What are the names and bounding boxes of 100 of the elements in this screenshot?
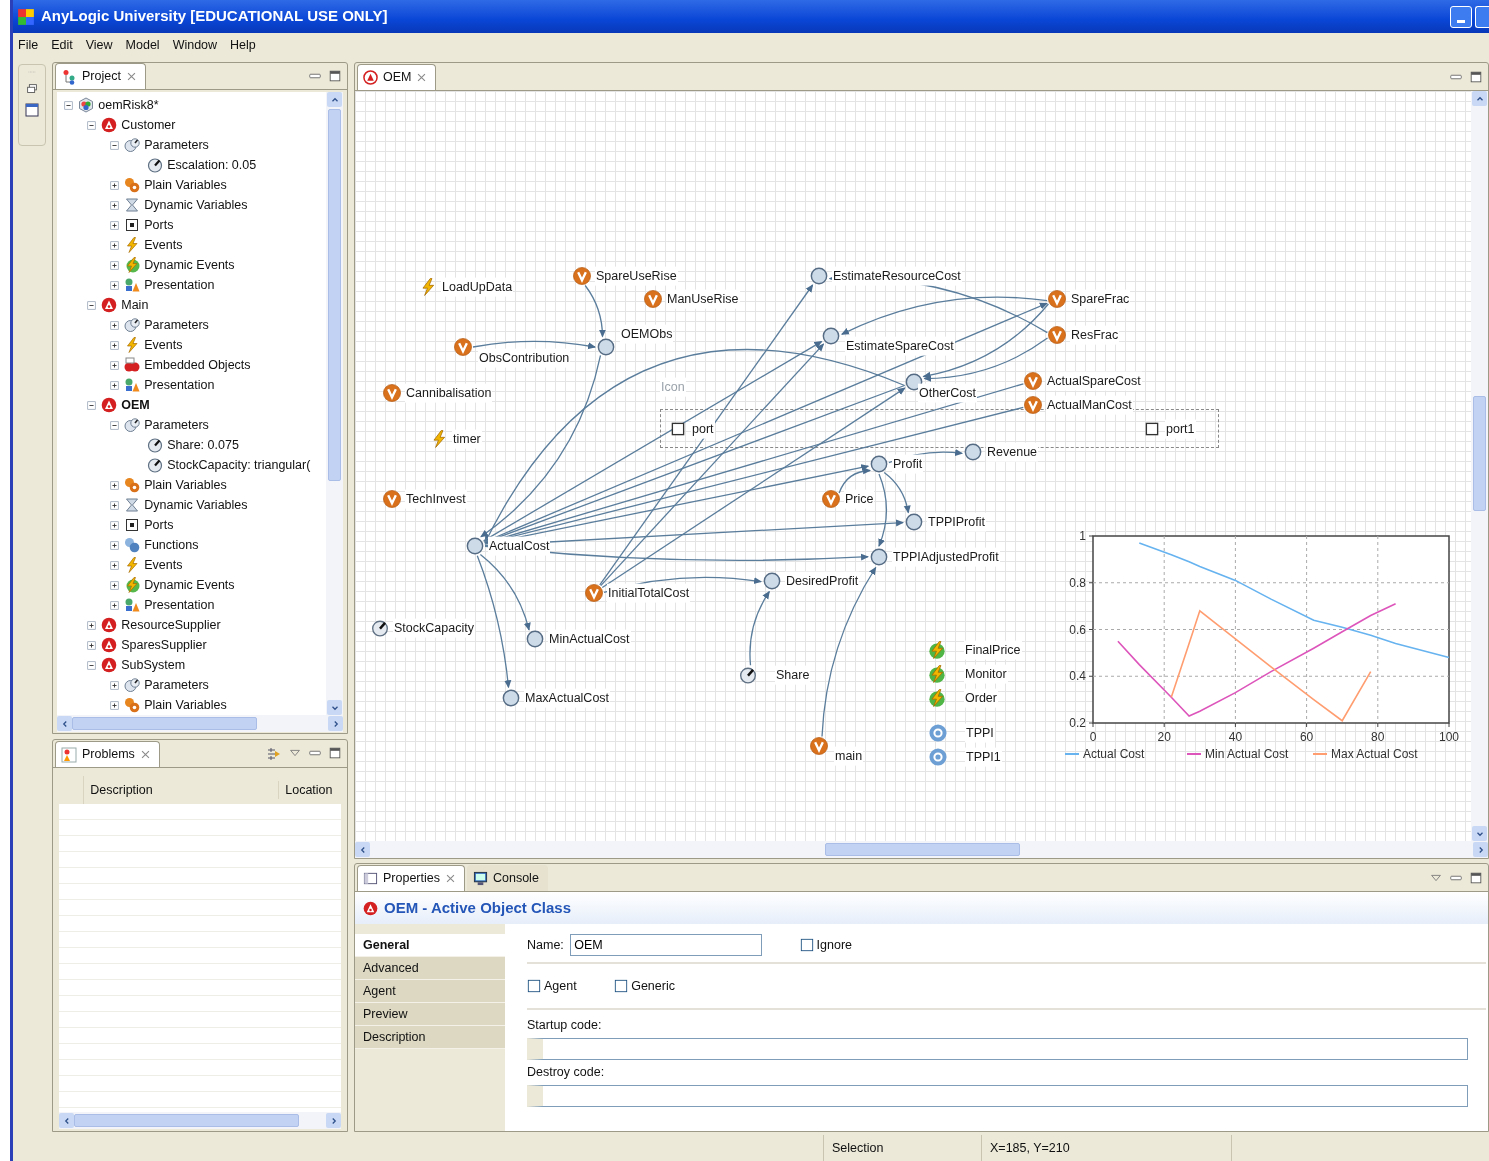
expand-toggle-icon[interactable] xyxy=(109,179,121,191)
tree-item[interactable]: Parameters xyxy=(144,675,209,695)
node-label[interactable]: TPPIProfit xyxy=(927,512,986,532)
close-icon[interactable] xyxy=(125,71,137,82)
scroll-up-button[interactable] xyxy=(327,92,342,107)
expand-toggle-icon[interactable] xyxy=(109,499,121,511)
checkbox[interactable] xyxy=(799,938,814,952)
expand-toggle-icon[interactable] xyxy=(109,199,121,211)
expand-toggle-icon[interactable] xyxy=(109,139,121,151)
expand-toggle-icon[interactable] xyxy=(109,679,121,691)
expand-toggle-icon[interactable] xyxy=(86,639,98,651)
tree-item[interactable]: Events xyxy=(144,555,183,575)
expand-toggle-icon[interactable] xyxy=(63,99,75,111)
tree-item[interactable]: oemRisk8* xyxy=(98,95,159,115)
node-label[interactable]: ManUseRise xyxy=(666,289,740,309)
scrollbar-thumb[interactable] xyxy=(74,1114,299,1127)
window-icon[interactable] xyxy=(24,102,40,118)
tree-item[interactable]: Presentation xyxy=(144,375,215,395)
tree-item[interactable]: StockCapacity: triangular( xyxy=(167,455,311,475)
expand-toggle-icon[interactable] xyxy=(109,259,121,271)
expand-toggle-icon[interactable] xyxy=(109,519,121,531)
expand-toggle-icon[interactable] xyxy=(109,539,121,551)
node-label[interactable]: Monitor xyxy=(964,664,1008,684)
menu-item[interactable]: File xyxy=(18,36,39,55)
node-label[interactable]: Share xyxy=(775,665,811,685)
expand-toggle-icon[interactable] xyxy=(109,599,121,611)
node-label[interactable]: FinalPrice xyxy=(964,640,1022,660)
expand-toggle-icon[interactable] xyxy=(109,279,121,291)
menu-item[interactable]: View xyxy=(85,36,113,55)
maximize-icon[interactable] xyxy=(328,69,342,83)
scroll-right-button[interactable] xyxy=(328,716,343,732)
tree-item[interactable]: Dynamic Events xyxy=(144,575,235,595)
node-label[interactable]: main xyxy=(834,746,864,766)
panel-tab[interactable]: OEM xyxy=(357,64,437,90)
expand-toggle-icon[interactable] xyxy=(86,659,98,671)
expand-toggle-icon[interactable] xyxy=(109,419,121,431)
restore-icon[interactable] xyxy=(25,82,39,96)
tree-item[interactable]: SparesSupplier xyxy=(121,635,207,655)
section-tab[interactable]: Agent xyxy=(355,980,505,1003)
scroll-left-button[interactable] xyxy=(59,1113,74,1128)
node-label[interactable]: EstimateSpareCost xyxy=(845,336,955,356)
node-label[interactable]: port xyxy=(691,419,715,439)
expand-toggle-icon[interactable] xyxy=(86,299,98,311)
maximize-icon[interactable] xyxy=(1469,870,1483,885)
filter-icon[interactable] xyxy=(266,745,282,762)
checkbox[interactable] xyxy=(527,979,541,994)
expand-toggle-icon[interactable] xyxy=(109,579,121,591)
node-label[interactable]: InitialTotalCost xyxy=(607,583,691,603)
menu-item[interactable]: Window xyxy=(172,36,218,55)
node-label[interactable]: SpareUseRise xyxy=(595,266,678,286)
tree-item[interactable]: Dynamic Variables xyxy=(144,495,248,515)
node-label[interactable]: TPPI1 xyxy=(965,747,1002,767)
checkbox-label[interactable]: Generic xyxy=(631,976,675,996)
expand-toggle-icon[interactable] xyxy=(109,319,121,331)
tree-item[interactable]: Events xyxy=(144,335,183,355)
tree-item[interactable]: Presentation xyxy=(144,595,215,615)
tree-item[interactable]: Embedded Objects xyxy=(144,355,251,375)
node-label[interactable]: timer xyxy=(452,429,482,449)
node-label[interactable]: TPPIAdjustedProfit xyxy=(892,547,1000,567)
code-field[interactable] xyxy=(527,1085,1468,1108)
menu-item[interactable]: Edit xyxy=(51,36,73,55)
scrollbar-thumb[interactable] xyxy=(328,109,341,481)
node-label[interactable]: ResFrac xyxy=(1070,325,1120,345)
checkbox-label[interactable]: Ignore xyxy=(816,935,853,955)
node-label[interactable]: ActualCost xyxy=(488,536,551,556)
expand-toggle-icon[interactable] xyxy=(86,619,98,631)
close-icon[interactable] xyxy=(139,749,151,760)
scroll-up-button[interactable] xyxy=(1472,91,1487,106)
node-label[interactable]: TPPI xyxy=(965,723,995,743)
tree-item[interactable]: Parameters xyxy=(144,135,209,155)
scroll-right-button[interactable] xyxy=(1473,842,1488,857)
tree-item[interactable]: Dynamic Events xyxy=(144,255,235,275)
minimize-button[interactable] xyxy=(1449,5,1472,28)
checkbox[interactable] xyxy=(614,979,629,994)
expand-toggle-icon[interactable] xyxy=(109,479,121,491)
code-field[interactable] xyxy=(527,1038,1468,1061)
node-label[interactable]: LoadUpData xyxy=(441,277,514,297)
expand-toggle-icon[interactable] xyxy=(109,239,121,251)
node-label[interactable]: ObsContribution xyxy=(478,348,571,368)
tree-item[interactable]: Customer xyxy=(121,115,176,135)
tree-item[interactable]: Parameters xyxy=(144,315,209,335)
tree-item[interactable]: Events xyxy=(144,235,183,255)
scrollbar-thumb[interactable] xyxy=(825,843,1020,856)
node-label[interactable]: OEMObs xyxy=(620,324,674,344)
tree-item[interactable]: Plain Variables xyxy=(144,695,227,715)
menu-item[interactable]: Model xyxy=(125,36,160,55)
tree-item[interactable]: Functions xyxy=(144,535,199,555)
expand-toggle-icon[interactable] xyxy=(109,379,121,391)
restore-button[interactable] xyxy=(1475,5,1489,28)
scroll-down-button[interactable] xyxy=(327,700,342,716)
node-label[interactable]: port1 xyxy=(1165,419,1196,439)
expand-toggle-icon[interactable] xyxy=(86,399,98,411)
node-label[interactable]: Price xyxy=(844,489,875,509)
node-label[interactable]: MinActualCost xyxy=(548,629,631,649)
node-label[interactable]: Cannibalisation xyxy=(405,383,493,403)
node-label[interactable]: Revenue xyxy=(986,442,1039,462)
maximize-icon[interactable] xyxy=(1469,69,1483,84)
node-label[interactable]: OtherCost xyxy=(918,383,977,403)
node-label[interactable]: Profit xyxy=(892,454,924,474)
tree-item[interactable]: Plain Variables xyxy=(144,175,227,195)
